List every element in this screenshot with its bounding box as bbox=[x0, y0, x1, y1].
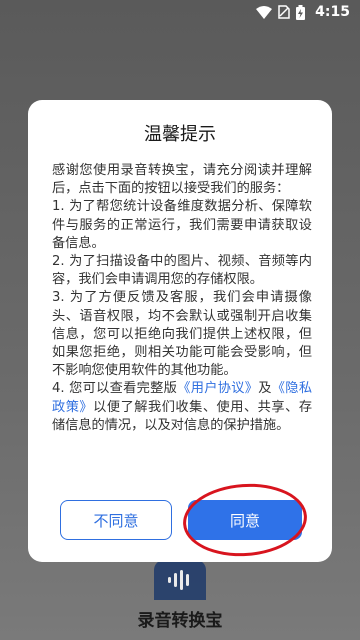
app-name: 录音转换宝 bbox=[137, 611, 223, 631]
battery-charging-icon bbox=[296, 4, 306, 20]
item-4-and: 及 bbox=[258, 381, 272, 397]
dialog-title: 温馨提示 bbox=[144, 124, 216, 145]
dialog-item-3: 3. 为了方便反馈及客服，我们会申请摄像头、语音权限，均不会默认或强制开启收集信… bbox=[52, 290, 312, 379]
no-sim-icon bbox=[278, 5, 290, 19]
dialog-item-4: 4. 您可以查看完整版《用户协议》及《隐私政策》以便了解我们收集、使用、共享、存… bbox=[52, 380, 312, 435]
status-bar: 4:15 bbox=[0, 0, 360, 24]
dialog-item-2: 2. 为了扫描设备中的图片、视频、音频等内容，我们会申请调用您的存储权限。 bbox=[52, 254, 312, 288]
dialog-intro: 感谢您使用录音转换宝，请充分阅读并理解后，点击下面的按钮以接受我们的服务： bbox=[52, 163, 312, 197]
privacy-dialog: 温馨提示 感谢您使用录音转换宝，请充分阅读并理解后，点击下面的按钮以接受我们的服… bbox=[28, 100, 332, 562]
agree-button[interactable]: 同意 bbox=[188, 500, 302, 540]
disagree-button[interactable]: 不同意 bbox=[60, 500, 172, 540]
user-agreement-link[interactable]: 《用户协议》 bbox=[177, 381, 258, 396]
item-4-prefix: 4. 您可以查看完整版 bbox=[52, 381, 178, 397]
app-logo bbox=[154, 560, 206, 600]
status-time: 4:15 bbox=[315, 4, 350, 20]
dialog-body[interactable]: 感谢您使用录音转换宝，请充分阅读并理解后，点击下面的按钮以接受我们的服务： 1.… bbox=[52, 162, 312, 480]
wifi-icon bbox=[256, 5, 273, 19]
audio-wave-icon bbox=[168, 570, 189, 590]
dialog-item-1: 1. 为了帮您统计设备维度数据分析、保障软件与服务的正常运行，我们需要申请获取设… bbox=[52, 199, 312, 251]
